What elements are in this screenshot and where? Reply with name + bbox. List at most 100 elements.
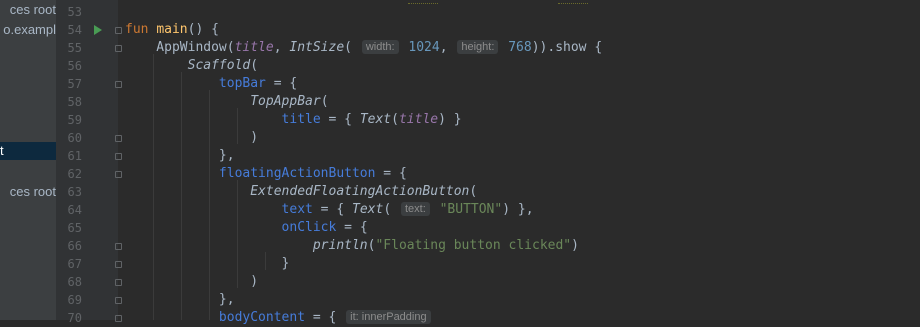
sidebar-item-label: o.exampl	[3, 22, 56, 37]
parameter-hint: text:	[400, 202, 430, 216]
line-number: 56	[67, 59, 82, 73]
code-token: ) },	[502, 202, 534, 217]
code-token: )).show {	[531, 40, 603, 55]
code-token: )	[125, 130, 259, 145]
run-icon[interactable]	[94, 25, 102, 35]
line-number: 67	[67, 257, 82, 271]
line-number: 68	[67, 275, 82, 289]
code-token: )	[571, 238, 579, 253]
code-token: ,	[439, 40, 456, 55]
code-token: = {	[375, 166, 407, 181]
code-token: 1024	[400, 40, 440, 55]
parameter-hint: width:	[361, 40, 399, 54]
code-line[interactable]: topBar = {	[125, 75, 297, 93]
code-token: ,	[273, 40, 290, 55]
code-token: = {	[305, 310, 345, 325]
sidebar-item-package[interactable]: o.exampl	[0, 21, 56, 39]
code-token: title	[398, 112, 439, 127]
code-token: () {	[187, 22, 219, 37]
code-line[interactable]: fun main() {	[125, 21, 219, 39]
sidebar-item-label: t	[0, 143, 4, 158]
code-token: 768	[500, 40, 532, 55]
code-token: ExtendedFloatingActionButton	[250, 184, 470, 199]
code-token: topBar	[218, 76, 266, 91]
sidebar-item-label: ces root	[9, 2, 56, 17]
code-line[interactable]: onClick = {	[125, 219, 368, 237]
code-token: ) }	[438, 112, 462, 127]
code-line[interactable]: )	[125, 273, 258, 291]
code-token: (	[469, 184, 478, 199]
line-number: 62	[67, 167, 82, 181]
code-token: (	[391, 112, 399, 127]
code-token: (	[320, 94, 329, 109]
code-token: }	[125, 256, 290, 271]
code-token: (	[344, 40, 360, 55]
line-number: 63	[67, 185, 82, 199]
code-token: (	[383, 202, 399, 217]
line-number: 53	[67, 5, 82, 19]
code-token: )	[125, 274, 259, 289]
code-token: text	[281, 202, 313, 217]
code-line[interactable]: floatingActionButton = {	[125, 165, 407, 183]
code-token: TopAppBar	[250, 94, 321, 109]
line-number: 55	[67, 41, 82, 55]
warning-squiggle	[408, 0, 438, 4]
line-number: 59	[67, 113, 82, 127]
sidebar-item-selected[interactable]: t	[0, 142, 56, 160]
code-token: title	[234, 40, 274, 55]
line-number: 57	[67, 77, 82, 91]
code-token: Text	[352, 202, 384, 217]
code-token: },	[125, 292, 235, 307]
line-number: 54	[67, 23, 82, 37]
code-token: main	[156, 22, 188, 37]
code-token: Text	[359, 112, 392, 127]
code-line[interactable]: println("Floating button clicked")	[125, 237, 579, 255]
code-token: = {	[336, 220, 368, 235]
warning-squiggle	[558, 0, 588, 4]
code-token: Scaffold	[187, 58, 251, 73]
code-editor[interactable]: fun main() { AppWindow(title, IntSize( w…	[118, 0, 920, 325]
code-token: = {	[320, 112, 360, 127]
project-sidebar: ces root o.exampl t ces root	[0, 0, 56, 320]
code-line[interactable]: },	[125, 147, 235, 165]
code-line[interactable]: title = { Text(title) }	[125, 111, 462, 129]
code-line[interactable]: )	[125, 129, 258, 147]
code-line[interactable]: text = { Text( text: "BUTTON") },	[125, 201, 534, 219]
code-token: = {	[265, 76, 298, 91]
code-line[interactable]: AppWindow(title, IntSize( width: 1024, h…	[125, 39, 602, 57]
code-line[interactable]: TopAppBar(	[125, 93, 329, 111]
line-number: 70	[67, 311, 82, 325]
code-line[interactable]: ExtendedFloatingActionButton(	[125, 183, 477, 201]
code-token: "BUTTON"	[431, 202, 503, 217]
line-number: 61	[67, 149, 82, 163]
code-line[interactable]: },	[125, 291, 235, 309]
code-token: floatingActionButton	[218, 166, 376, 181]
sidebar-item-sources-root-2[interactable]: ces root	[0, 183, 56, 201]
line-number: 69	[67, 293, 82, 307]
code-line[interactable]: Scaffold(	[125, 57, 258, 75]
line-number: 60	[67, 131, 82, 145]
code-token: println	[312, 238, 368, 253]
sidebar-item-sources-root[interactable]: ces root	[0, 1, 56, 19]
code-token: "Floating button clicked"	[375, 238, 572, 253]
code-token: onClick	[281, 220, 337, 235]
code-token: = {	[312, 202, 352, 217]
code-token: IntSize	[289, 40, 345, 55]
code-token: AppWindow(	[125, 40, 235, 55]
code-line[interactable]: bodyContent = { it: innerPadding	[125, 309, 433, 327]
code-token: (	[250, 58, 259, 73]
line-number: 66	[67, 239, 82, 253]
line-number: 64	[67, 203, 82, 217]
parameter-hint: height:	[457, 40, 499, 54]
code-line[interactable]: }	[125, 255, 290, 273]
line-number: 65	[67, 221, 82, 235]
